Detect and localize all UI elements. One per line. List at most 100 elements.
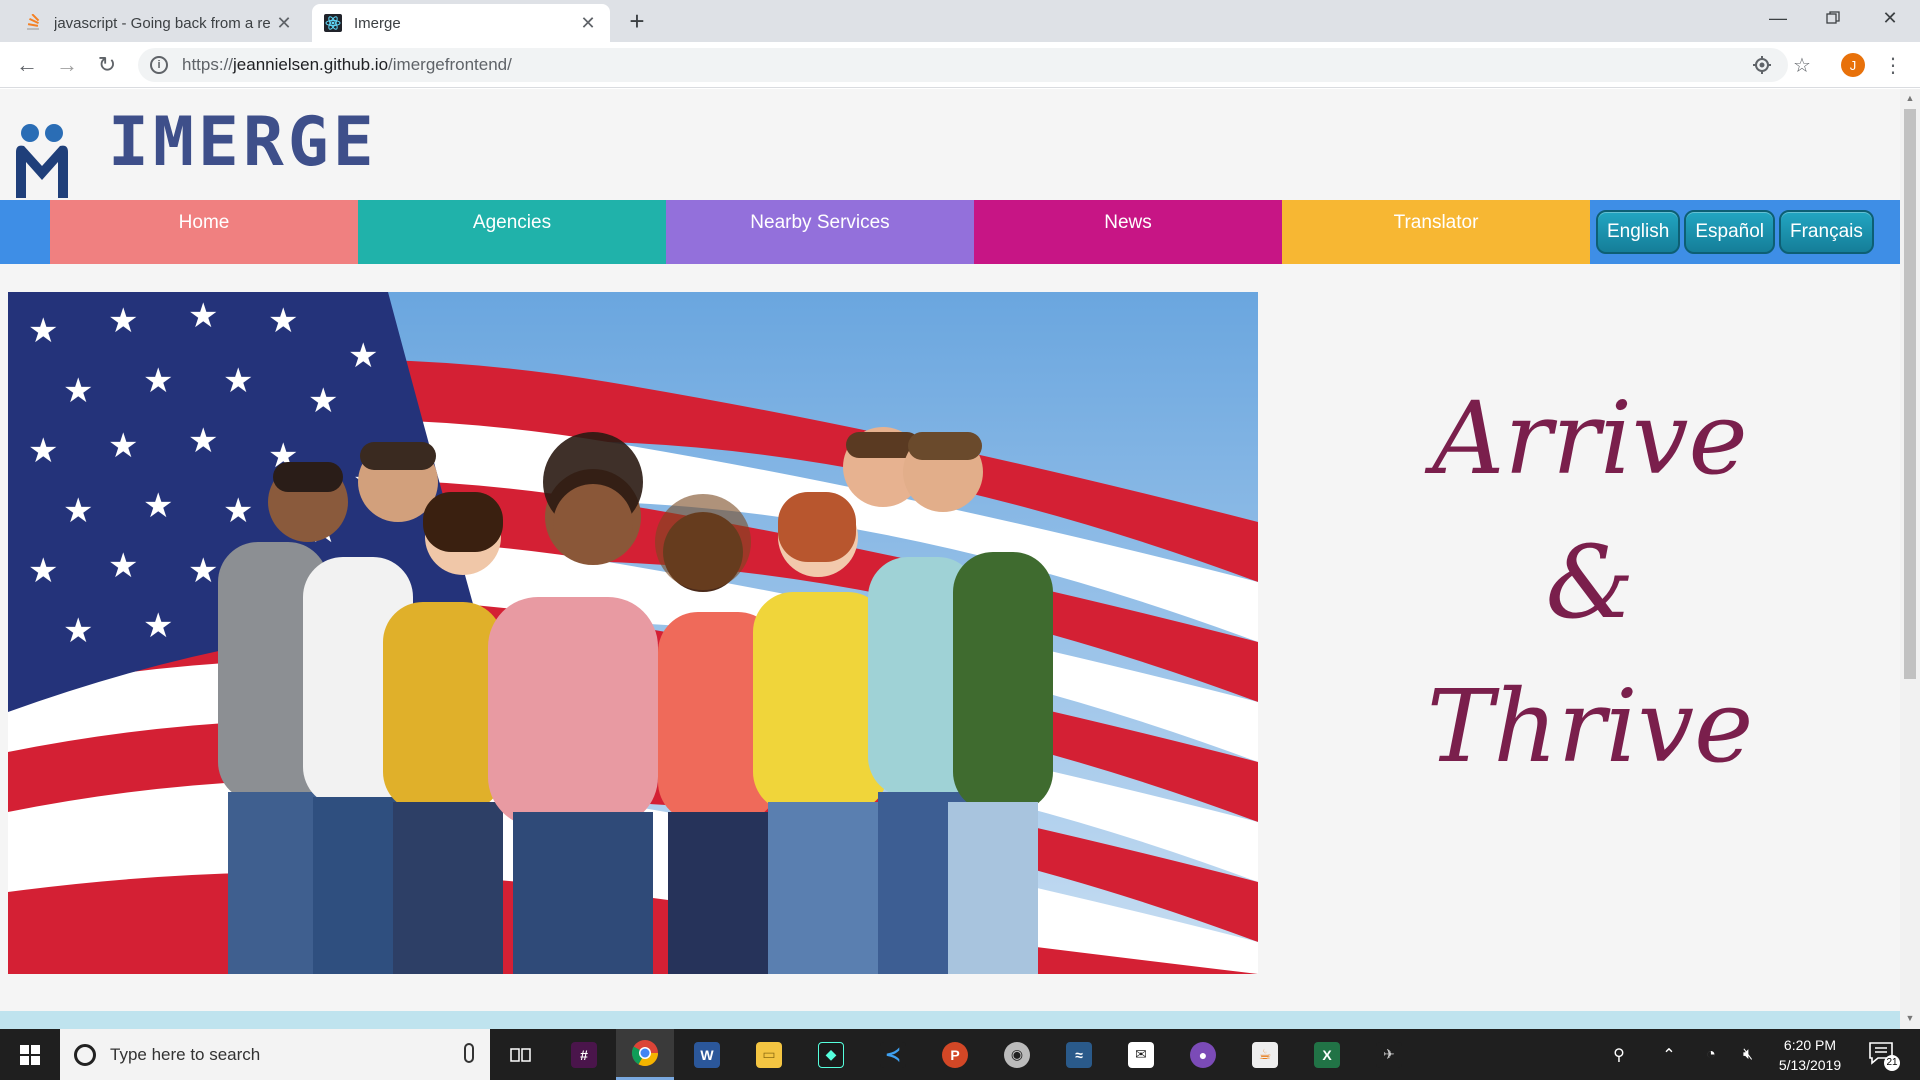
svg-text:★: ★ bbox=[108, 301, 138, 341]
imerge-logo-icon bbox=[16, 124, 68, 198]
svg-text:★: ★ bbox=[108, 426, 138, 466]
tab-title: Imerge bbox=[354, 14, 401, 32]
mysql-workbench-icon[interactable]: ≈ bbox=[1050, 1029, 1108, 1080]
browser-toolbar: ← → ↻ i https://jeannielsen.github.io/im… bbox=[0, 42, 1920, 88]
svg-text:★: ★ bbox=[188, 296, 218, 336]
close-window-icon[interactable]: ✕ bbox=[1864, 0, 1916, 36]
tab-stackoverflow[interactable]: javascript - Going back from a re ✕ bbox=[12, 4, 306, 42]
svg-text:★: ★ bbox=[223, 491, 253, 531]
svg-text:★: ★ bbox=[63, 611, 93, 651]
scroll-down-arrow-icon[interactable]: ▼ bbox=[1904, 1013, 1916, 1025]
navbar-spacer bbox=[0, 200, 50, 264]
bookmark-star-icon[interactable]: ☆ bbox=[1791, 54, 1813, 77]
search-placeholder: Type here to search bbox=[110, 1044, 261, 1064]
volume-muted-icon[interactable]: 🔇︎ bbox=[1733, 1029, 1763, 1080]
slack-icon[interactable]: # bbox=[555, 1029, 613, 1080]
excel-icon[interactable]: X bbox=[1298, 1029, 1356, 1080]
mail-icon[interactable]: ✉ bbox=[1112, 1029, 1170, 1080]
tagline-arrive: Arrive bbox=[1432, 380, 1748, 497]
address-bar[interactable]: i https://jeannielsen.github.io/imergefr… bbox=[138, 48, 1788, 82]
reload-icon[interactable]: ↻ bbox=[92, 50, 122, 80]
misc-app-icon[interactable]: ✈ bbox=[1360, 1029, 1418, 1080]
tagline-thrive: Thrive bbox=[1426, 668, 1754, 785]
minimize-icon[interactable]: — bbox=[1752, 0, 1804, 36]
site-info-icon[interactable]: i bbox=[150, 56, 168, 74]
notification-count: 21 bbox=[1884, 1055, 1900, 1071]
menu-icon[interactable]: ⋮ bbox=[1882, 54, 1904, 77]
close-tab-icon[interactable]: ✕ bbox=[578, 13, 598, 34]
people-icon[interactable]: ⚲ bbox=[1604, 1029, 1634, 1080]
nav-agencies[interactable]: Agencies bbox=[358, 200, 666, 264]
back-arrow-icon[interactable]: ← bbox=[12, 50, 42, 80]
svg-text:★: ★ bbox=[143, 606, 173, 646]
svg-text:★: ★ bbox=[28, 311, 58, 351]
svg-text:★: ★ bbox=[63, 371, 93, 411]
chrome-icon[interactable] bbox=[616, 1029, 674, 1080]
github-desktop-icon[interactable]: ◉ bbox=[988, 1029, 1046, 1080]
profile-avatar[interactable]: J bbox=[1841, 53, 1865, 77]
location-icon[interactable] bbox=[1751, 54, 1773, 76]
svg-text:★: ★ bbox=[28, 551, 58, 591]
new-tab-button[interactable]: + bbox=[622, 6, 652, 36]
gitkraken-icon[interactable]: ◆ bbox=[802, 1029, 860, 1080]
url-host: jeannielsen.github.io bbox=[233, 55, 389, 74]
svg-text:★: ★ bbox=[268, 301, 298, 341]
tagline: Arrive & Thrive bbox=[1300, 389, 1880, 777]
stackoverflow-icon bbox=[24, 14, 42, 32]
taskbar-search-box[interactable]: Type here to search bbox=[60, 1029, 490, 1080]
tab-imerge[interactable]: Imerge ✕ bbox=[312, 4, 610, 42]
url-scheme: https:// bbox=[182, 55, 234, 74]
language-switcher: English Español Français bbox=[1590, 200, 1900, 264]
system-clock[interactable]: 6:20 PM 5/13/2019 bbox=[1760, 1035, 1860, 1075]
clock-time: 6:20 PM bbox=[1783, 1037, 1837, 1053]
file-explorer-icon[interactable]: ▭ bbox=[740, 1029, 798, 1080]
nav-news[interactable]: News bbox=[974, 200, 1282, 264]
powerpoint-icon[interactable]: P bbox=[926, 1029, 984, 1080]
svg-text:★: ★ bbox=[143, 486, 173, 526]
svg-text:★: ★ bbox=[223, 361, 253, 401]
word-icon[interactable]: W bbox=[678, 1029, 736, 1080]
svg-text:★: ★ bbox=[143, 361, 173, 401]
restore-icon[interactable] bbox=[1807, 0, 1859, 36]
scroll-thumb[interactable] bbox=[1904, 109, 1916, 679]
close-tab-icon[interactable]: ✕ bbox=[274, 13, 294, 34]
cortana-icon bbox=[74, 1043, 96, 1066]
svg-text:★: ★ bbox=[28, 431, 58, 471]
page-scrollbar[interactable]: ▲ ▼ bbox=[1900, 89, 1920, 1029]
flag-and-people-illustration: ★★★★★ ★★★★ ★★★★★ ★★★★ ★★★★ ★★ bbox=[8, 292, 1258, 974]
svg-text:★: ★ bbox=[188, 551, 218, 591]
tagline-ampersand: & bbox=[1545, 524, 1635, 641]
nav-nearby-services[interactable]: Nearby Services bbox=[666, 200, 974, 264]
clock-date: 5/13/2019 bbox=[1778, 1057, 1842, 1073]
nav-home[interactable]: Home bbox=[50, 200, 358, 264]
svg-text:★: ★ bbox=[108, 546, 138, 586]
tab-title: javascript - Going back from a re bbox=[54, 14, 271, 32]
forward-arrow-icon[interactable]: → bbox=[52, 50, 82, 80]
url-path: /imergefrontend/ bbox=[388, 55, 512, 74]
vscode-icon[interactable]: ≺ bbox=[864, 1029, 922, 1080]
notification-center-icon[interactable]: 21 bbox=[1868, 1041, 1900, 1071]
nav-translator[interactable]: Translator bbox=[1282, 200, 1590, 264]
react-icon bbox=[324, 14, 342, 32]
lang-english-button[interactable]: English bbox=[1596, 210, 1681, 254]
scroll-up-arrow-icon[interactable]: ▲ bbox=[1904, 93, 1916, 105]
github-icon[interactable]: ● bbox=[1174, 1029, 1232, 1080]
browser-tab-strip: javascript - Going back from a re ✕ Imer… bbox=[0, 0, 1920, 42]
microphone-icon[interactable] bbox=[464, 1043, 474, 1063]
lang-espanol-button[interactable]: Español bbox=[1684, 210, 1775, 254]
svg-text:★: ★ bbox=[348, 336, 378, 376]
url-text[interactable]: https://jeannielsen.github.io/imergefron… bbox=[182, 55, 512, 75]
svg-text:★: ★ bbox=[63, 491, 93, 531]
task-view-icon[interactable] bbox=[492, 1029, 550, 1080]
show-hidden-icons-icon[interactable]: ⌃ bbox=[1654, 1029, 1684, 1080]
windows-start-icon[interactable] bbox=[0, 1029, 60, 1080]
svg-text:★: ★ bbox=[308, 381, 338, 421]
lang-francais-button[interactable]: Français bbox=[1779, 210, 1874, 254]
page-viewport: IMERGE Home Agencies Nearby Services New… bbox=[0, 89, 1900, 1029]
main-navbar: Home Agencies Nearby Services News Trans… bbox=[0, 200, 1900, 264]
site-logo-text[interactable]: IMERGE bbox=[108, 103, 378, 182]
svg-text:★: ★ bbox=[188, 421, 218, 461]
footer-strip bbox=[0, 1011, 1900, 1029]
wifi-icon[interactable]: ◔ bbox=[1696, 1029, 1726, 1080]
java-icon[interactable]: ☕ bbox=[1236, 1029, 1294, 1080]
